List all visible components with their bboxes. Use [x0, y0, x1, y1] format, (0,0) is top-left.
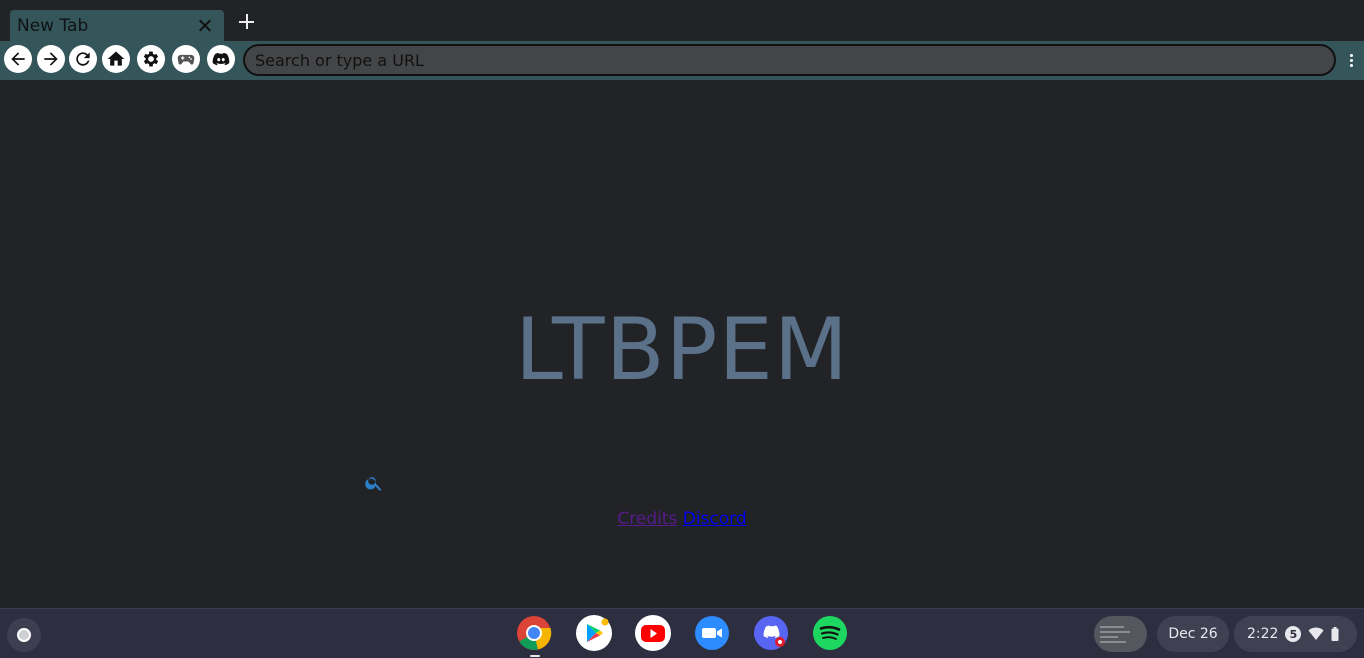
- home-icon: [107, 51, 125, 66]
- tote-preview[interactable]: [1094, 616, 1147, 652]
- launcher-button[interactable]: [7, 618, 41, 652]
- settings-button[interactable]: [137, 45, 165, 73]
- youtube-app[interactable]: [635, 615, 671, 651]
- footer-links: Credits Discord: [0, 509, 1364, 529]
- reload-icon: [76, 52, 90, 66]
- active-app-indicator: [530, 655, 540, 657]
- forward-icon: [44, 52, 58, 66]
- site-logo: LTBPEM: [514, 300, 849, 400]
- url-input[interactable]: [245, 46, 1334, 74]
- back-icon: [11, 52, 25, 66]
- clock: 2:22: [1247, 626, 1279, 642]
- toolbar: [0, 41, 1364, 80]
- chrome-app[interactable]: [516, 615, 552, 651]
- notification-count-badge: 5: [1285, 626, 1302, 642]
- omnibox: [243, 44, 1336, 76]
- home-button[interactable]: [102, 45, 130, 73]
- close-tab-icon[interactable]: [194, 15, 216, 37]
- battery-icon: [1331, 627, 1339, 641]
- spotify-app[interactable]: [812, 615, 848, 651]
- gamepad-icon: [177, 54, 195, 65]
- launcher-icon: [17, 628, 31, 642]
- wifi-icon: [1308, 627, 1324, 640]
- zoom-icon: [695, 616, 729, 650]
- reload-button[interactable]: [69, 45, 97, 73]
- discord-app-icon: [754, 616, 788, 650]
- games-button[interactable]: [172, 45, 200, 73]
- back-button[interactable]: [4, 45, 32, 73]
- discord-link[interactable]: Discord: [683, 509, 747, 529]
- play-store-app[interactable]: [576, 615, 612, 651]
- zoom-app[interactable]: [694, 615, 730, 651]
- date-indicator[interactable]: Dec 26: [1157, 616, 1229, 652]
- tab-strip: New Tab: [0, 0, 1364, 42]
- status-tray[interactable]: 2:22 5: [1234, 616, 1357, 652]
- menu-dots-icon[interactable]: [1346, 49, 1356, 71]
- play-store-icon: [587, 618, 609, 642]
- forward-button[interactable]: [37, 45, 65, 73]
- shelf: Dec 26 2:22 5: [0, 608, 1364, 658]
- browser-tab[interactable]: New Tab: [10, 10, 224, 42]
- discord-icon: [212, 52, 230, 66]
- discord-button[interactable]: [207, 45, 235, 73]
- youtube-icon: [641, 625, 665, 642]
- search-icon[interactable]: [364, 473, 384, 493]
- credits-link[interactable]: Credits: [617, 509, 677, 529]
- spotify-icon: [813, 616, 847, 650]
- settings-icon: [143, 51, 159, 67]
- chrome-icon: [517, 616, 552, 650]
- discord-app[interactable]: [753, 615, 789, 651]
- new-tab-icon[interactable]: [238, 12, 258, 32]
- tab-title: New Tab: [17, 16, 89, 36]
